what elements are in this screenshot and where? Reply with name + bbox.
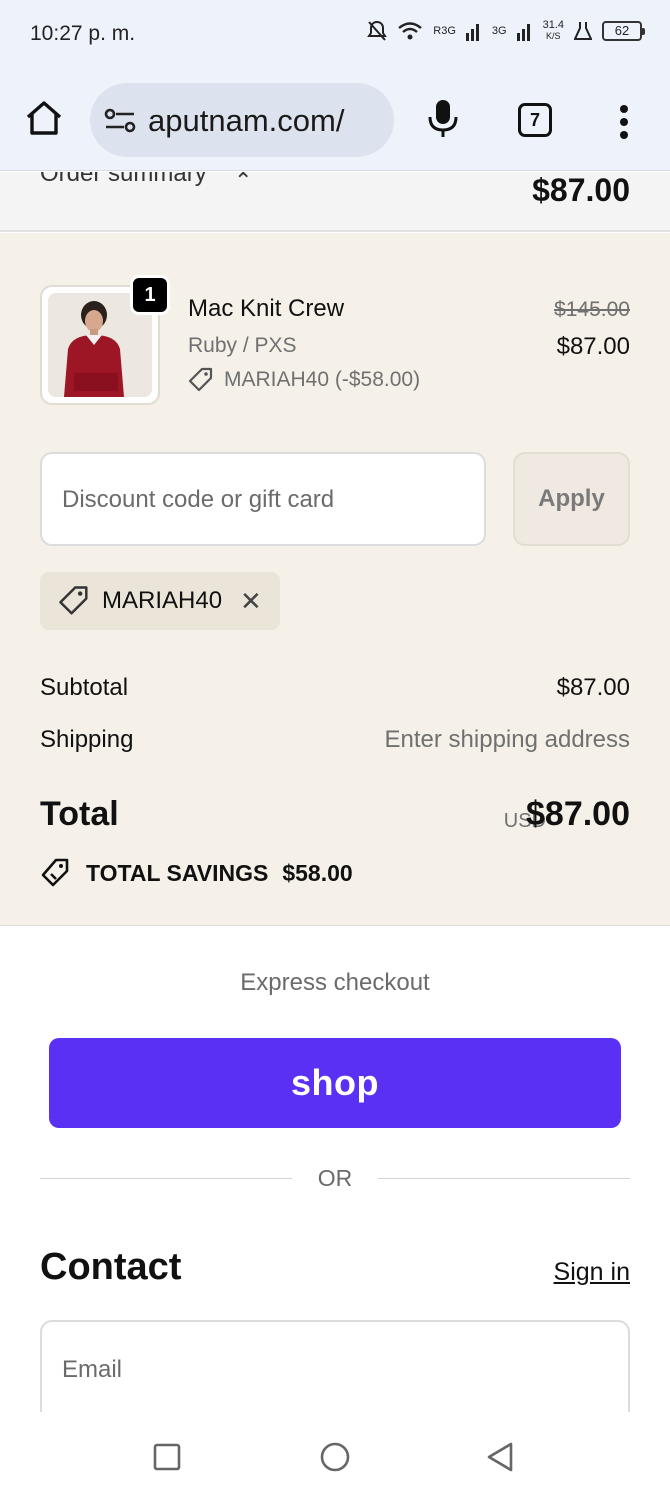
savings-value: $58.00: [282, 859, 353, 886]
item-discount-text: MARIAH40 (-$58.00): [224, 368, 421, 391]
speed-readout: 31.4 K/S: [542, 19, 564, 42]
discount-code-input[interactable]: [62, 480, 462, 520]
home-icon[interactable]: [24, 98, 64, 138]
battery-indicator: 62: [602, 21, 645, 41]
item-discount: MARIAH40 (-$58.00): [188, 367, 420, 393]
back-icon[interactable]: [484, 1440, 518, 1474]
order-summary-label: Order summary: [40, 172, 207, 187]
browser-toolbar: aputnam.com/ 7: [0, 68, 670, 171]
network-1-label: R3G: [433, 24, 456, 37]
flask-icon: [574, 22, 592, 40]
signal-icon: [465, 24, 479, 41]
savings-tag-icon: [41, 858, 69, 887]
status-icons: R3G 3G 31.4 K/S 62: [367, 19, 645, 42]
total-savings: TOTAL SAVINGS $58.00: [40, 857, 353, 889]
status-time: 10:27 p. m.: [30, 22, 136, 45]
total-label: Total: [40, 795, 119, 833]
tag-icon: [59, 586, 88, 615]
discount-code-field[interactable]: [40, 452, 486, 546]
site-settings-icon[interactable]: [104, 107, 136, 135]
original-price: $145.00: [554, 298, 630, 321]
product-variant: Ruby / PXS: [188, 334, 297, 357]
signal-icon-2: [516, 24, 530, 41]
order-summary-panel: 1 Mac Knit Crew Ruby / PXS MARIAH40 (-$5…: [0, 233, 670, 926]
total-value: $87.00: [526, 795, 630, 833]
remove-discount-icon[interactable]: ✕: [240, 586, 262, 617]
url-text: aputnam.com/: [148, 103, 345, 138]
order-summary-total: $87.00: [532, 172, 630, 208]
apply-button[interactable]: Apply: [513, 452, 630, 546]
url-bar[interactable]: aputnam.com/: [90, 83, 394, 157]
shop-pay-button[interactable]: shop: [49, 1038, 621, 1128]
applied-discount-chip: MARIAH40 ✕: [40, 572, 280, 630]
mute-icon: [367, 20, 388, 41]
chevron-up-icon: ⌃: [234, 172, 253, 193]
status-bar: 10:27 p. m. R3G 3G 31.4 K/S 62: [0, 0, 670, 68]
wifi-icon: [398, 22, 423, 40]
email-input[interactable]: [62, 1350, 602, 1390]
quantity-badge: 1: [130, 275, 170, 315]
express-checkout-title: Express checkout: [240, 969, 430, 996]
tab-switcher-button[interactable]: 7: [518, 103, 552, 137]
more-options-icon[interactable]: [612, 102, 636, 142]
savings-label: TOTAL SAVINGS: [86, 859, 269, 886]
product-name: Mac Knit Crew: [188, 295, 345, 322]
subtotal-label: Subtotal: [40, 674, 129, 701]
product-price: $87.00: [556, 333, 630, 360]
tag-icon: [188, 367, 213, 392]
subtotal-row: Subtotal $87.00: [40, 674, 630, 702]
email-field[interactable]: [40, 1320, 630, 1412]
order-summary-toggle[interactable]: Order summary ⌃ $87.00: [0, 172, 670, 232]
applied-discount-code: MARIAH40: [102, 587, 223, 614]
recent-apps-icon[interactable]: [150, 1440, 184, 1474]
contact-heading: Contact: [40, 1246, 182, 1288]
shipping-value: Enter shipping address: [384, 726, 630, 753]
microphone-icon[interactable]: [425, 98, 461, 138]
sign-in-link[interactable]: Sign in: [554, 1258, 630, 1287]
shipping-row: Shipping Enter shipping address: [40, 726, 630, 754]
divider: [378, 1178, 630, 1179]
subtotal-value: $87.00: [556, 674, 630, 701]
shipping-label: Shipping: [40, 726, 134, 753]
system-nav-bar: [0, 1412, 670, 1500]
home-nav-icon[interactable]: [318, 1440, 352, 1474]
network-2-label: 3G: [491, 24, 507, 37]
